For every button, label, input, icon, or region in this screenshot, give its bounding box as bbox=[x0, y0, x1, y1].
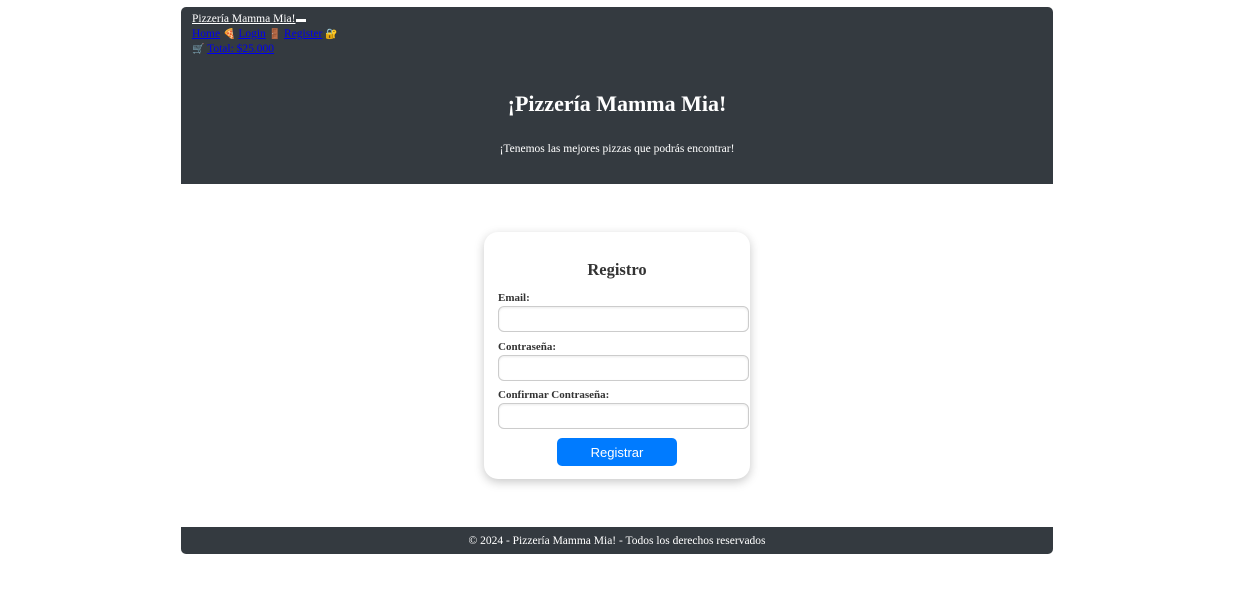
nav-links: Home 🍕 Login 🚪 Register 🔐 bbox=[192, 27, 338, 42]
brand-link[interactable]: Pizzería Mamma Mia! bbox=[192, 13, 295, 25]
password-label: Contraseña: bbox=[498, 341, 557, 353]
confirm-password-field[interactable] bbox=[498, 403, 749, 429]
lock-icon: 🔐 bbox=[325, 29, 338, 40]
password-field[interactable] bbox=[498, 355, 749, 381]
page-header: Pizzería Mamma Mia! Home 🍕 Login 🚪 Regis… bbox=[181, 7, 1053, 184]
confirm-password-label: Confirmar Contraseña: bbox=[498, 389, 610, 401]
nav-link-home[interactable]: Home bbox=[192, 28, 220, 40]
navbar: Pizzería Mamma Mia! Home 🍕 Login 🚪 Regis… bbox=[192, 12, 338, 57]
register-card: Registro Email: Contraseña: Confirmar Co… bbox=[484, 232, 750, 479]
brand-underline-mark bbox=[296, 19, 307, 22]
hero-title: ¡Pizzería Mamma Mia! bbox=[507, 91, 727, 116]
nav-link-login[interactable]: Login bbox=[238, 28, 265, 40]
hero-subtitle: ¡Tenemos las mejores pizzas que podrás e… bbox=[499, 143, 735, 155]
cart-total-link[interactable]: Total: $25.000 bbox=[207, 43, 274, 55]
door-icon: 🚪 bbox=[268, 29, 282, 40]
cart-line: 🛒 Total: $25.000 bbox=[192, 42, 338, 57]
footer-text: © 2024 - Pizzería Mamma Mia! - Todos los… bbox=[468, 534, 766, 547]
cart-icon: 🛒 bbox=[192, 44, 205, 55]
email-label: Email: bbox=[498, 292, 530, 304]
brand-line: Pizzería Mamma Mia! bbox=[192, 12, 338, 27]
pizza-icon: 🍕 bbox=[222, 29, 236, 40]
nav-link-register[interactable]: Register bbox=[284, 28, 322, 40]
register-button[interactable]: Registrar bbox=[557, 438, 677, 466]
form-title: Registro bbox=[587, 260, 647, 279]
page-footer: © 2024 - Pizzería Mamma Mia! - Todos los… bbox=[181, 527, 1053, 554]
email-field[interactable] bbox=[498, 306, 749, 332]
